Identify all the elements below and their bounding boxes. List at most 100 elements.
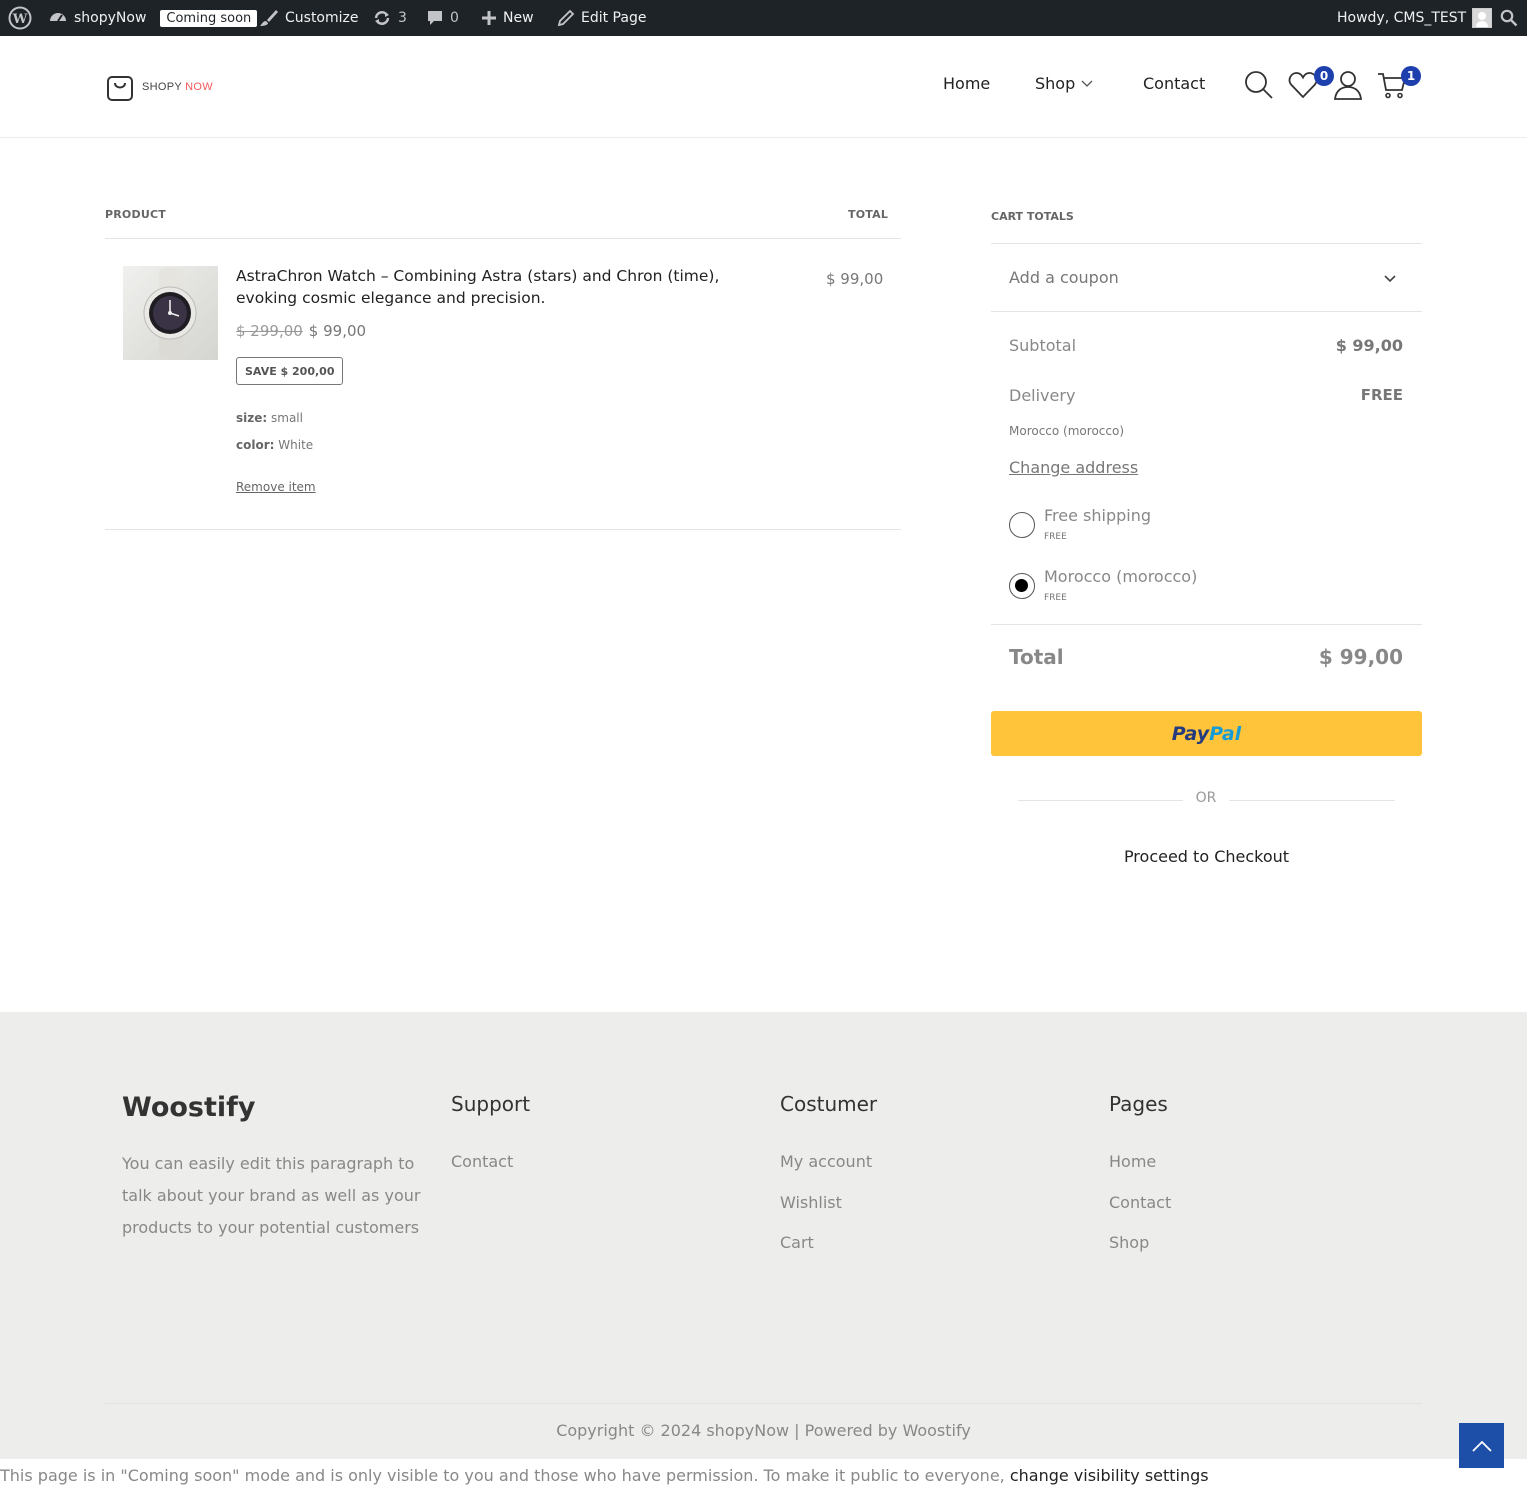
shipping-option-radio-morocco[interactable] [1009, 573, 1035, 599]
order-total-label: Total [1009, 645, 1064, 669]
coupon-toggle[interactable]: Add a coupon [1009, 268, 1119, 287]
logo-text-left: SHOPY [142, 81, 186, 93]
comments-count[interactable]: 0 [450, 10, 459, 26]
coming-soon-badge[interactable]: Coming soon [160, 9, 258, 27]
updates-icon [374, 11, 390, 25]
original-price: $ 299,00 [236, 322, 303, 340]
order-total-value: $ 99,00 [1318, 645, 1403, 669]
delivery-value: FREE [1360, 386, 1403, 404]
cart-count-badge[interactable]: 1 [1401, 66, 1421, 86]
sale-price: $ 99,00 [308, 322, 367, 340]
pencil-icon [557, 9, 575, 27]
change-address-link[interactable]: Change address [1009, 458, 1138, 477]
scroll-to-top-button[interactable] [1459, 1423, 1504, 1468]
updates-count[interactable]: 3 [398, 10, 407, 26]
admin-search-icon[interactable] [1500, 0, 1518, 36]
customize-link[interactable]: Customize [259, 0, 359, 36]
or-divider-right [1229, 800, 1395, 801]
totals-divider-bottom [991, 624, 1422, 625]
paypal-logo-pay: Pay [1171, 722, 1210, 745]
search-icon[interactable] [1244, 70, 1274, 100]
size-value: small [271, 411, 303, 425]
totals-divider-top [991, 243, 1422, 244]
subtotal-label: Subtotal [1009, 336, 1077, 355]
edit-page-label[interactable]: Edit Page [581, 10, 646, 26]
chevron-down-icon[interactable] [1081, 80, 1093, 88]
remove-item-link[interactable]: Remove item [236, 480, 316, 494]
wishlist-count-badge[interactable]: 0 [1314, 66, 1334, 86]
edit-page-link[interactable]: Edit Page [557, 0, 646, 36]
shopping-bag-icon [107, 76, 133, 101]
paypal-logo-pal: Pal [1209, 722, 1242, 745]
coupon-divider [991, 311, 1422, 312]
footer-link-wishlist[interactable]: Wishlist [780, 1193, 842, 1212]
footer-support-heading: Support [451, 1092, 531, 1116]
product-title-link[interactable]: AstraChron Watch – Combining Astra (star… [236, 265, 756, 309]
user-icon[interactable] [1333, 70, 1363, 100]
wordpress-logo-icon[interactable]: W [8, 0, 32, 36]
comments-link[interactable]: 0 [426, 0, 459, 36]
plus-icon [482, 11, 496, 25]
footer-link-my-account[interactable]: My account [780, 1152, 872, 1171]
site-name[interactable]: shopyNow [74, 10, 146, 26]
footer-link-contact-page[interactable]: Contact [1109, 1193, 1171, 1212]
my-account-menu[interactable]: Howdy, CMS_TEST [1337, 0, 1493, 36]
subtotal-value: $ 99,00 [1335, 336, 1403, 355]
footer-customer-heading: Costumer [780, 1092, 878, 1116]
footer-divider [105, 1403, 1422, 1404]
product-column-header: PRODUCT [105, 208, 166, 221]
brush-icon [260, 10, 278, 26]
new-label[interactable]: New [503, 10, 534, 26]
table-bottom-divider [105, 529, 901, 530]
svg-text:W: W [12, 12, 28, 27]
footer-link-contact[interactable]: Contact [451, 1152, 513, 1171]
chevron-down-icon[interactable] [1383, 271, 1397, 285]
updates-link[interactable]: 3 [372, 0, 407, 36]
comment-icon [428, 11, 442, 25]
nav-shop-label[interactable]: Shop [1035, 74, 1075, 93]
shipping-option-label-free[interactable]: Free shipping [1044, 506, 1151, 525]
change-visibility-link[interactable]: change visibility settings [1010, 1466, 1209, 1485]
proceed-to-checkout-button[interactable]: Proceed to Checkout [991, 847, 1422, 866]
site-logo[interactable]: SHOPY NOW [106, 72, 213, 102]
or-divider-left [1018, 800, 1183, 801]
shipping-option-price-free: FREE [1044, 532, 1067, 542]
shipping-option-radio-free[interactable] [1009, 512, 1035, 538]
delivery-location: Morocco (morocco) [1009, 424, 1125, 438]
shipping-option-label-morocco[interactable]: Morocco (morocco) [1044, 567, 1197, 586]
product-price: $ 299,00 $ 99,00 [236, 322, 366, 340]
logo-text-right: NOW [185, 81, 213, 93]
coming-soon-notice: This page is in "Coming soon" mode and i… [0, 1459, 1527, 1490]
footer-brand: Woostify [122, 1092, 256, 1123]
savings-badge: SAVE $ 200,00 [236, 357, 344, 385]
footer-link-cart[interactable]: Cart [780, 1233, 814, 1252]
customize-label[interactable]: Customize [285, 10, 359, 26]
nav-contact[interactable]: Contact [1143, 74, 1205, 93]
logo-text: SHOPY NOW [142, 81, 213, 93]
color-value: White [278, 438, 314, 452]
admin-bar: W shopyNow Coming soon Customize 3 0 New… [0, 0, 1527, 36]
cart-totals-title: CART TOTALS [991, 210, 1074, 223]
variation-color: color: White [236, 438, 313, 452]
avatar[interactable] [1472, 8, 1493, 28]
new-content-link[interactable]: New [481, 0, 534, 36]
notice-text: This page is in "Coming soon" mode and i… [0, 1466, 1010, 1485]
total-column-header: TOTAL [848, 208, 889, 221]
site-name-menu[interactable]: shopyNow Coming soon [48, 0, 258, 36]
site-header: SHOPY NOW Home Shop Contact 0 1 [0, 36, 1527, 138]
howdy-label[interactable]: Howdy, CMS_TEST [1337, 10, 1466, 26]
line-total: $ 99,00 [826, 270, 884, 288]
copyright-text: Copyright © 2024 shopyNow | Powered by W… [556, 1421, 971, 1440]
dashboard-icon [50, 13, 66, 22]
nav-home[interactable]: Home [943, 74, 990, 93]
or-separator: OR [1195, 790, 1217, 806]
product-thumbnail[interactable] [123, 266, 218, 360]
color-label: color: [236, 438, 275, 452]
nav-shop[interactable]: Shop [1035, 74, 1093, 93]
paypal-button[interactable]: Pay Pal [991, 711, 1422, 756]
delivery-label: Delivery [1009, 386, 1076, 405]
footer-link-shop[interactable]: Shop [1109, 1233, 1149, 1252]
footer-link-home[interactable]: Home [1109, 1152, 1156, 1171]
shipping-option-price-morocco: FREE [1044, 593, 1067, 603]
table-header-divider [105, 238, 901, 239]
